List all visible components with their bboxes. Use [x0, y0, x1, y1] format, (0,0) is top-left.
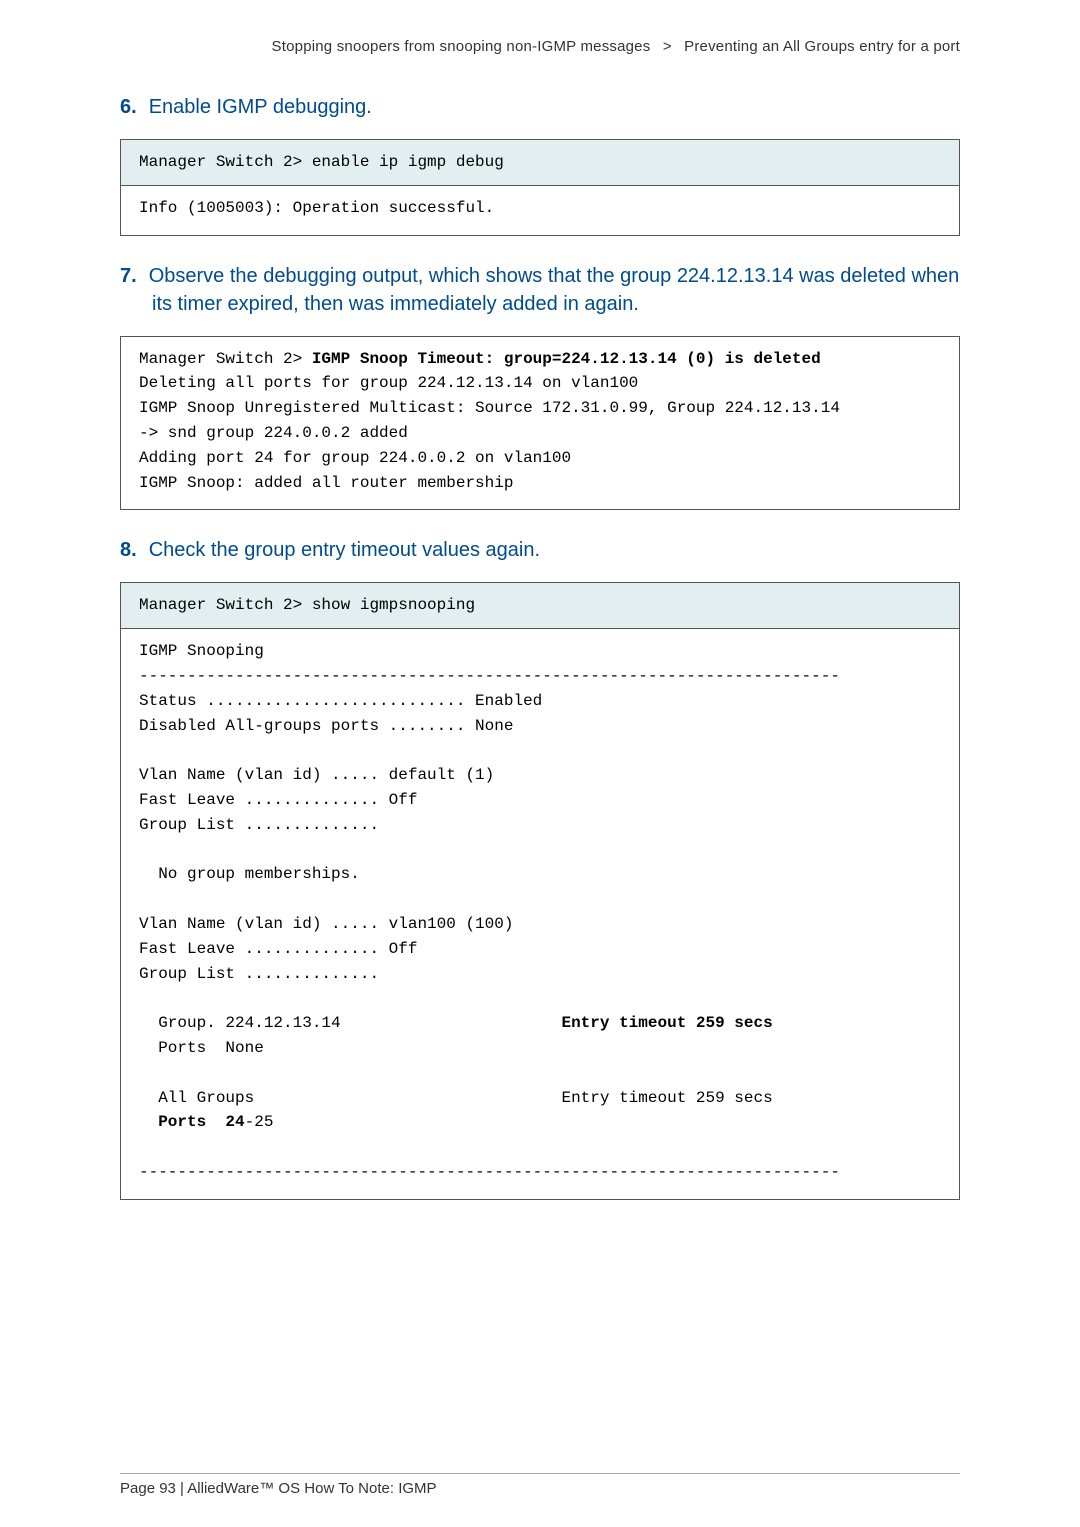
box7-line1-bold: IGMP Snoop Timeout: group=224.12.13.14 (… — [312, 350, 821, 368]
box7-line4: -> snd group 224.0.0.2 added — [139, 424, 408, 442]
step-7-title: Observe the debugging output, which show… — [149, 265, 960, 315]
step-7-number: 7. — [120, 265, 137, 287]
box8-l12: Vlan Name (vlan id) ..... vlan100 (100) — [139, 915, 513, 933]
step-6-number: 6. — [120, 96, 137, 118]
box7-line3: IGMP Snoop Unregistered Multicast: Sourc… — [139, 399, 840, 417]
code-box-7-output: Manager Switch 2> IGMP Snoop Timeout: gr… — [121, 337, 959, 510]
code-box-6-output: Info (1005003): Operation successful. — [121, 186, 959, 235]
box8-l22: ----------------------------------------… — [139, 1163, 840, 1181]
code-box-7: Manager Switch 2> IGMP Snoop Timeout: gr… — [120, 336, 960, 511]
code-box-8-command: Manager Switch 2> show igmpsnooping — [121, 583, 959, 629]
step-6-title: Enable IGMP debugging. — [149, 96, 372, 118]
box8-l17: Ports None — [139, 1039, 264, 1057]
box8-l3: Status ........................... Enabl… — [139, 692, 542, 710]
page-header: Stopping snoopers from snooping non-IGMP… — [120, 38, 960, 55]
box8-l10: No group memberships. — [139, 865, 360, 883]
box8-l16a: Group. 224.12.13.14 — [139, 1014, 561, 1032]
code-box-8: Manager Switch 2> show igmpsnooping IGMP… — [120, 582, 960, 1199]
header-left: Stopping snoopers from snooping non-IGMP… — [272, 38, 651, 55]
code-box-6-command: Manager Switch 2> enable ip igmp debug — [121, 140, 959, 186]
box8-l20b: Ports 24 — [158, 1113, 244, 1131]
box8-l16b: Entry timeout 259 secs — [561, 1014, 772, 1032]
box8-l14: Group List .............. — [139, 965, 379, 983]
code-box-8-output: IGMP Snooping --------------------------… — [121, 629, 959, 1199]
box7-line5: Adding port 24 for group 224.0.0.2 on vl… — [139, 449, 571, 467]
code-box-6: Manager Switch 2> enable ip igmp debug I… — [120, 139, 960, 236]
box8-l20c: -25 — [245, 1113, 274, 1131]
header-separator: > — [663, 38, 672, 55]
box8-l2: ----------------------------------------… — [139, 667, 840, 685]
box8-l4: Disabled All-groups ports ........ None — [139, 717, 513, 735]
step-8-number: 8. — [120, 539, 137, 561]
box8-l20a — [139, 1113, 158, 1131]
box8-l8: Group List .............. — [139, 816, 379, 834]
page: Stopping snoopers from snooping non-IGMP… — [0, 0, 1080, 1527]
box8-l13: Fast Leave .............. Off — [139, 940, 417, 958]
step-8-title: Check the group entry timeout values aga… — [149, 539, 540, 561]
step-6-heading: 6. Enable IGMP debugging. — [120, 93, 960, 121]
box8-l1: IGMP Snooping — [139, 642, 264, 660]
page-footer: Page 93 | AlliedWare™ OS How To Note: IG… — [120, 1473, 960, 1497]
box8-l6: Vlan Name (vlan id) ..... default (1) — [139, 766, 494, 784]
box8-l7: Fast Leave .............. Off — [139, 791, 417, 809]
header-right: Preventing an All Groups entry for a por… — [684, 38, 960, 55]
step-8-heading: 8. Check the group entry timeout values a… — [120, 536, 960, 564]
step-7-heading: 7. Observe the debugging output, which sh… — [120, 262, 960, 318]
box8-l19: All Groups Entry timeout 259 secs — [139, 1089, 773, 1107]
box7-line1-prefix: Manager Switch 2> — [139, 350, 312, 368]
box7-line6: IGMP Snoop: added all router membership — [139, 474, 513, 492]
box7-line2: Deleting all ports for group 224.12.13.1… — [139, 374, 638, 392]
